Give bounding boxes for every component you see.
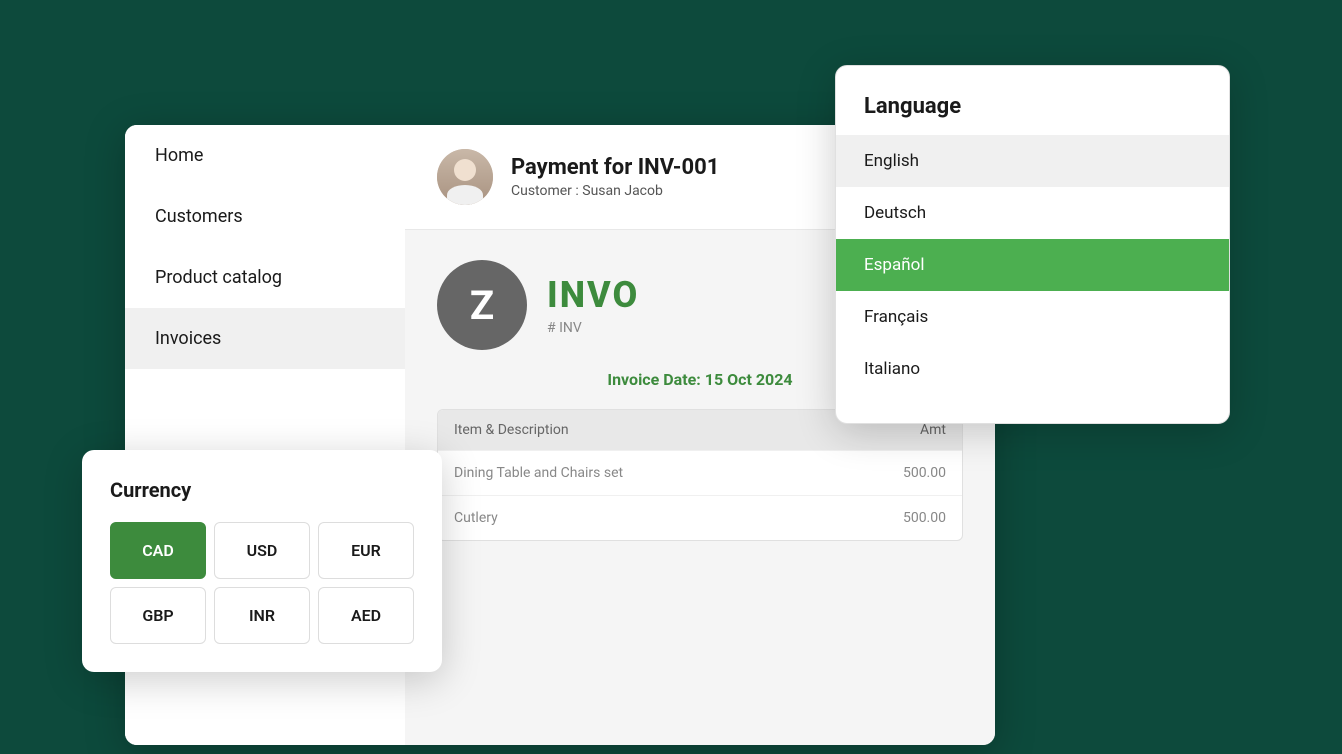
- language-popup: Language English Deutsch Español Françai…: [835, 65, 1230, 424]
- sidebar-item-home[interactable]: Home: [125, 125, 405, 186]
- avatar: [437, 149, 493, 205]
- invoice-logo: Z: [437, 260, 527, 350]
- language-item-deutsch[interactable]: Deutsch: [836, 187, 1229, 239]
- sidebar-item-invoices[interactable]: Invoices: [125, 308, 405, 369]
- currency-btn-aed[interactable]: AED: [318, 587, 414, 644]
- table-row: Dining Table and Chairs set 500.00: [438, 450, 962, 495]
- currency-btn-eur[interactable]: EUR: [318, 522, 414, 579]
- payment-title: Payment for INV-001: [511, 155, 719, 180]
- payment-info: Payment for INV-001 Customer : Susan Jac…: [511, 155, 719, 199]
- currency-btn-gbp[interactable]: GBP: [110, 587, 206, 644]
- invoice-table: Item & Description Amt Dining Table and …: [437, 409, 963, 541]
- row2-desc: Cutlery: [454, 510, 866, 526]
- row1-amt: 500.00: [866, 465, 946, 481]
- language-item-francais[interactable]: Français: [836, 291, 1229, 343]
- col-desc-header: Item & Description: [454, 422, 866, 438]
- col-amt-header: Amt: [866, 422, 946, 438]
- table-row: Cutlery 500.00: [438, 495, 962, 540]
- language-item-italiano[interactable]: Italiano: [836, 343, 1229, 395]
- currency-btn-cad[interactable]: CAD: [110, 522, 206, 579]
- language-item-espanol[interactable]: Español: [836, 239, 1229, 291]
- currency-grid: CAD USD EUR GBP INR AED: [110, 522, 414, 644]
- language-item-english[interactable]: English: [836, 135, 1229, 187]
- payment-customer: Customer : Susan Jacob: [511, 183, 719, 199]
- currency-title: Currency: [110, 478, 414, 502]
- language-title: Language: [836, 94, 1229, 135]
- sidebar-item-product-catalog[interactable]: Product catalog: [125, 247, 405, 308]
- row2-amt: 500.00: [866, 510, 946, 526]
- sidebar-item-customers[interactable]: Customers: [125, 186, 405, 247]
- row1-desc: Dining Table and Chairs set: [454, 465, 866, 481]
- currency-popup: Currency CAD USD EUR GBP INR AED: [82, 450, 442, 672]
- currency-btn-usd[interactable]: USD: [214, 522, 310, 579]
- currency-btn-inr[interactable]: INR: [214, 587, 310, 644]
